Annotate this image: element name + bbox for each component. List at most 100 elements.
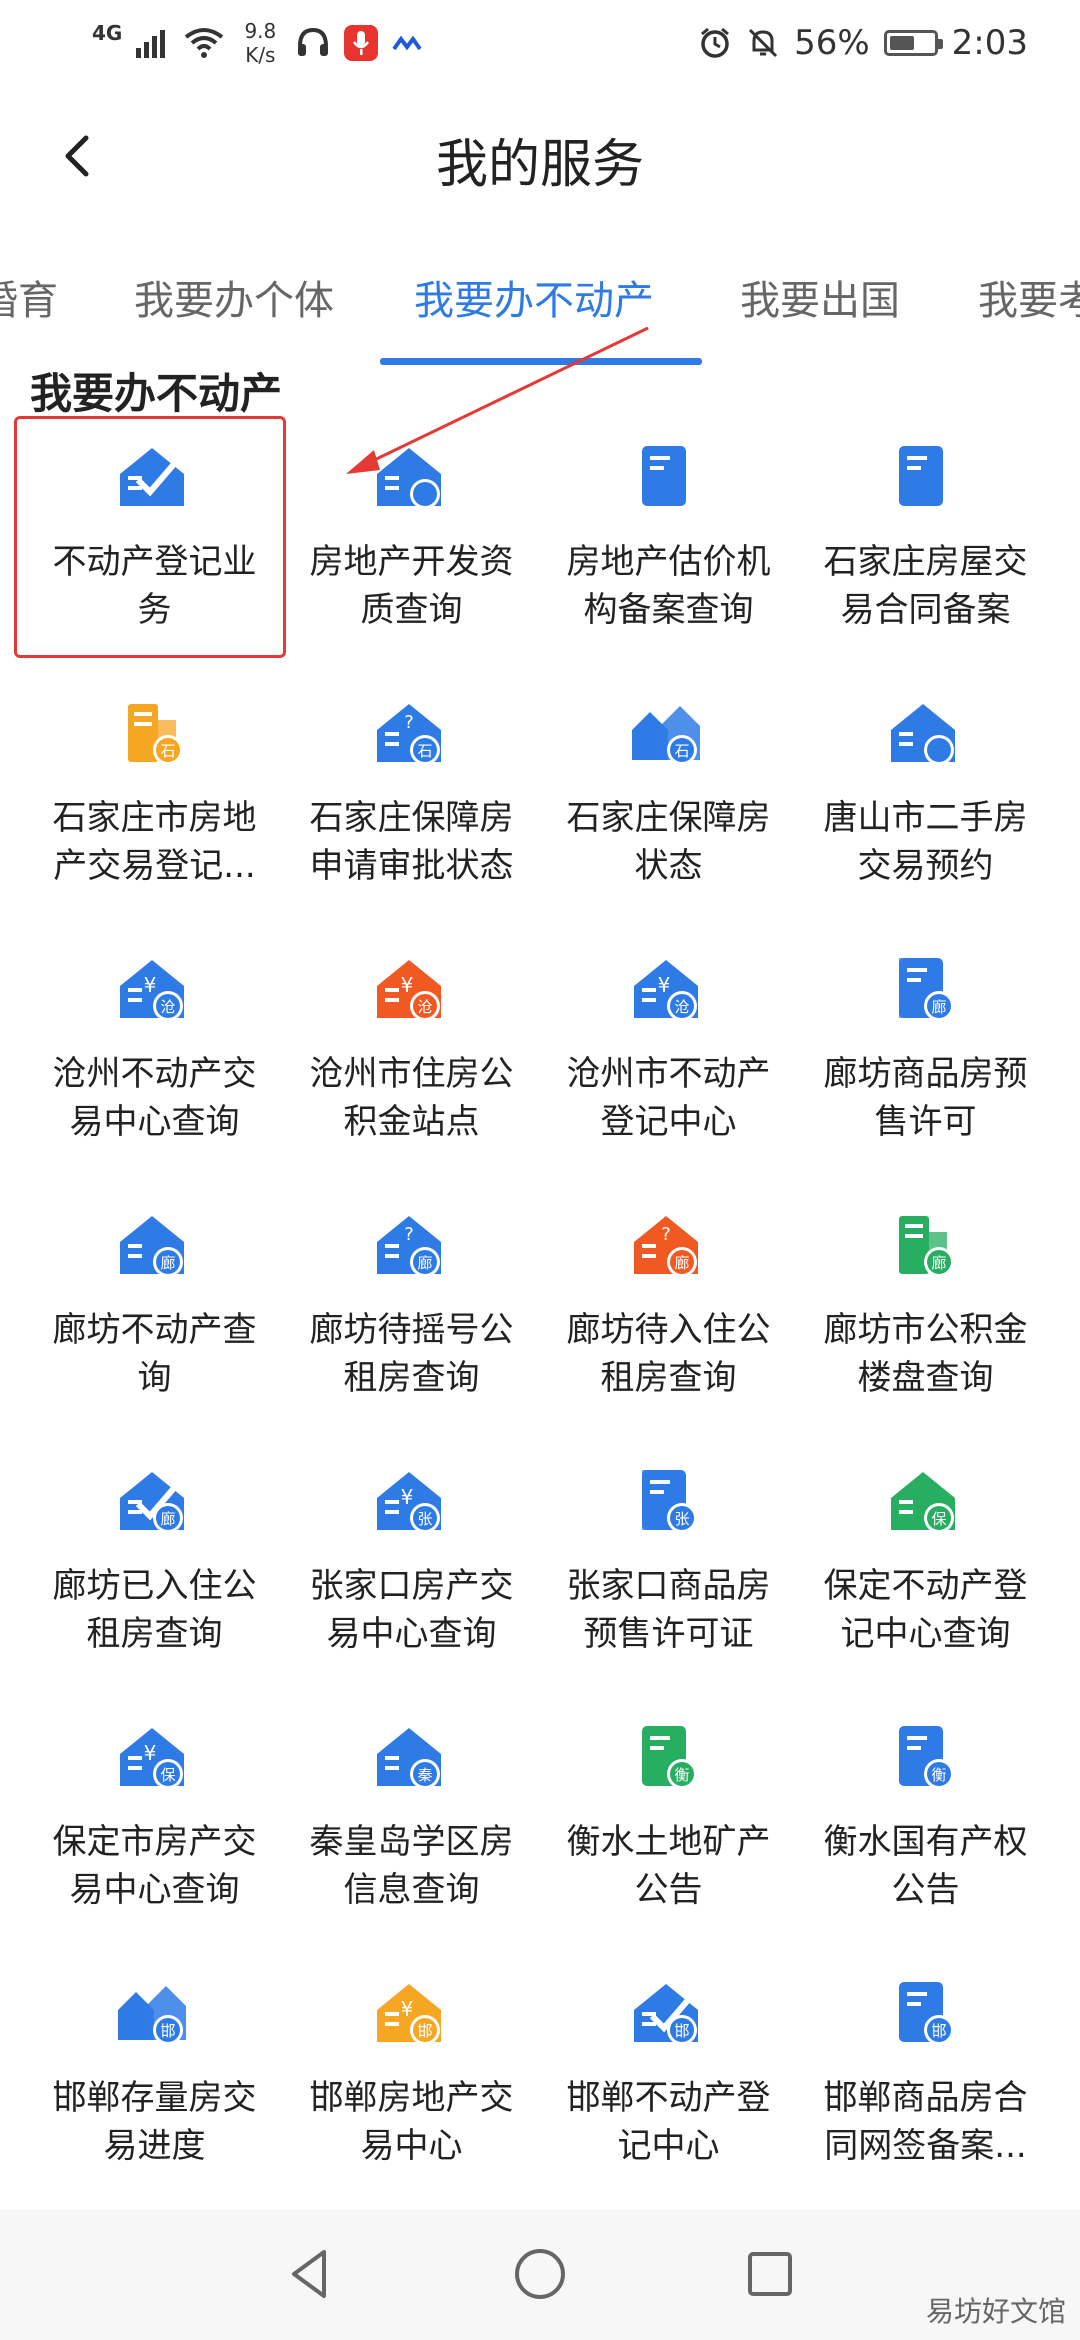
house-search-icon xyxy=(371,440,451,520)
building-shi-icon: 石 xyxy=(114,696,194,776)
svg-text:石: 石 xyxy=(160,742,175,760)
service-item[interactable]: 衡衡水土地矿产公告 xyxy=(540,1712,797,1967)
doc-person-icon xyxy=(885,440,965,520)
service-item[interactable]: ¥ 沧沧州市不动产登记中心 xyxy=(540,944,797,1199)
svg-text:石: 石 xyxy=(674,742,689,760)
battery-icon xyxy=(883,30,943,56)
service-label: 保定市房产交易中心查询 xyxy=(52,1822,257,1910)
tab-go-abroad[interactable]: 我要出国 xyxy=(740,268,900,326)
house-yen-zhang-icon: ¥ 张 xyxy=(371,1464,451,1544)
house-yen-cang-icon: ¥ 沧 xyxy=(114,952,194,1032)
svg-text:廊: 廊 xyxy=(160,1510,175,1528)
service-label: 房地产开发资质查询 xyxy=(309,542,514,630)
service-item[interactable]: 石石家庄市房地产交易登记... xyxy=(26,688,283,943)
house-yen-han-icon: ¥ 邯 xyxy=(371,1976,451,2056)
service-item[interactable]: 廊廊坊商品房预售许可 xyxy=(797,944,1054,1199)
svg-text:廊: 廊 xyxy=(417,1254,432,1272)
service-item[interactable]: ¥ 邯邯郸房地产交易中心 xyxy=(283,1968,540,2223)
svg-text:石: 石 xyxy=(417,742,432,760)
service-item[interactable]: ¥ 张张家口房产交易中心查询 xyxy=(283,1456,540,1711)
houses-han-icon: 邯 xyxy=(114,1976,194,2056)
home-circle-icon[interactable] xyxy=(508,2242,572,2306)
svg-text:¥: ¥ xyxy=(658,973,671,997)
service-item[interactable]: 廊廊坊已入住公租房查询 xyxy=(26,1456,283,1711)
svg-text:?: ? xyxy=(404,712,414,733)
service-label: 沧州不动产交易中心查询 xyxy=(52,1054,257,1142)
service-item[interactable]: ¥ 沧沧州市住房公积金站点 xyxy=(283,944,540,1199)
service-label: 张家口房产交易中心查询 xyxy=(309,1566,514,1654)
house-check-han-icon: 邯 xyxy=(628,1976,708,2056)
svg-text:沧: 沧 xyxy=(674,998,689,1016)
tab-marriage[interactable]: 婚育 xyxy=(0,268,58,326)
service-item[interactable]: ¥ 沧沧州不动产交易中心查询 xyxy=(26,944,283,1199)
service-label: 邯郸存量房交易进度 xyxy=(52,2078,257,2166)
house-question-lang-icon: ? 廊 xyxy=(628,1208,708,1288)
service-item[interactable]: 保保定不动产登记中心查询 xyxy=(797,1456,1054,1711)
wifi-icon xyxy=(185,28,224,58)
net-speed-value: 9.8 xyxy=(244,19,277,43)
alarm-icon xyxy=(701,27,730,58)
service-label: 房地产估价机构备案查询 xyxy=(566,542,771,630)
service-item[interactable]: 廊廊坊市公积金楼盘查询 xyxy=(797,1200,1054,1455)
service-item[interactable]: 衡衡水国有产权公告 xyxy=(797,1712,1054,1967)
svg-text:¥: ¥ xyxy=(401,1485,414,1509)
svg-text:保: 保 xyxy=(931,1510,946,1528)
doc-heng-icon: 衡 xyxy=(628,1720,708,1800)
service-label: 邯郸不动产登记中心 xyxy=(566,2078,771,2166)
svg-text:衡: 衡 xyxy=(674,1766,689,1784)
service-item[interactable]: 邯邯郸不动产登记中心 xyxy=(540,1968,797,2223)
house-check-lang-icon: 廊 xyxy=(114,1464,194,1544)
house-clock-icon xyxy=(885,696,965,776)
svg-text:¥: ¥ xyxy=(401,973,414,997)
signal-icon xyxy=(136,30,166,58)
doc-han-icon: 邯 xyxy=(885,1976,965,2056)
service-label: 廊坊已入住公租房查询 xyxy=(52,1566,257,1654)
house-question-shi-icon: ? 石 xyxy=(371,696,451,776)
service-item[interactable]: 房地产开发资质查询 xyxy=(283,432,540,687)
service-label: 衡水土地矿产公告 xyxy=(566,1822,771,1910)
system-nav-bar: 易坊好文馆 xyxy=(0,2210,1080,2340)
service-item[interactable]: 邯邯郸商品房合同网签备案... xyxy=(797,1968,1054,2223)
svg-text:张: 张 xyxy=(417,1510,432,1528)
back-triangle-icon[interactable] xyxy=(278,2242,342,2306)
section-title: 我要办不动产 xyxy=(30,369,283,418)
service-item[interactable]: 张张家口商品房预售许可证 xyxy=(540,1456,797,1711)
service-item[interactable]: ? 廊廊坊待入住公租房查询 xyxy=(540,1200,797,1455)
highlight-box xyxy=(14,416,286,658)
service-item[interactable]: 房地产估价机构备案查询 xyxy=(540,432,797,687)
service-item[interactable]: ? 廊廊坊待摇号公租房查询 xyxy=(283,1200,540,1455)
house-yen-bao-icon: ¥ 保 xyxy=(114,1720,194,1800)
category-tabs: 婚育 我要办个体 我要办不动产 我要出国 我要考 xyxy=(0,258,1080,368)
page-title: 我的服务 xyxy=(435,135,644,195)
doc-heng-icon: 衡 xyxy=(885,1720,965,1800)
tab-individual-business[interactable]: 我要办个体 xyxy=(134,268,334,326)
houses-shi-icon: 石 xyxy=(628,696,708,776)
service-label: 邯郸房地产交易中心 xyxy=(309,2078,514,2166)
service-item[interactable]: 秦秦皇岛学区房信息查询 xyxy=(283,1712,540,1967)
house-yen-cang-icon: ¥ 沧 xyxy=(628,952,708,1032)
doc-house-icon xyxy=(628,440,708,520)
service-item[interactable]: 石家庄房屋交易合同备案 xyxy=(797,432,1054,687)
service-label: 廊坊待摇号公租房查询 xyxy=(309,1310,514,1398)
tab-exam[interactable]: 我要考 xyxy=(978,268,1080,326)
service-item[interactable]: 廊廊坊不动产查询 xyxy=(26,1200,283,1455)
service-label: 张家口商品房预售许可证 xyxy=(566,1566,771,1654)
tab-real-estate[interactable]: 我要办不动产 xyxy=(414,268,654,326)
service-item[interactable]: 唐山市二手房交易预约 xyxy=(797,688,1054,943)
active-tab-indicator xyxy=(380,358,702,365)
status-right: 56% 2:03 xyxy=(698,16,1028,70)
status-left: 4G 9.8 K/s xyxy=(92,16,422,70)
book-lang-icon: 廊 xyxy=(885,952,965,1032)
house-yen-cang-icon: ¥ 沧 xyxy=(371,952,451,1032)
battery-percent: 56% xyxy=(794,23,870,63)
service-item[interactable]: ? 石石家庄保障房申请审批状态 xyxy=(283,688,540,943)
service-item[interactable]: 邯邯郸存量房交易进度 xyxy=(26,1968,283,2223)
service-item[interactable]: 石石家庄保障房状态 xyxy=(540,688,797,943)
service-label: 保定不动产登记中心查询 xyxy=(823,1566,1028,1654)
service-item[interactable]: ¥ 保保定市房产交易中心查询 xyxy=(26,1712,283,1967)
net-speed-unit: K/s xyxy=(245,43,276,67)
service-label: 秦皇岛学区房信息查询 xyxy=(309,1822,514,1910)
svg-text:?: ? xyxy=(661,1224,671,1245)
service-label: 沧州市住房公积金站点 xyxy=(309,1054,514,1142)
recents-square-icon[interactable] xyxy=(738,2242,802,2306)
